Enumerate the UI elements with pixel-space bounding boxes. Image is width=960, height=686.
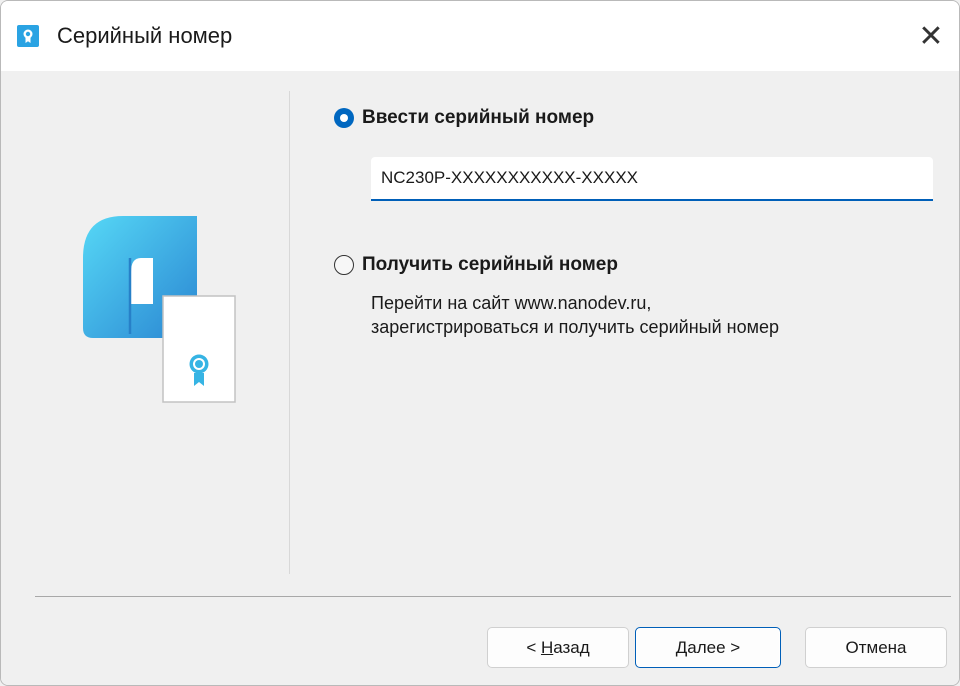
option-enter-serial[interactable]: Ввести серийный номер xyxy=(334,107,594,129)
close-button[interactable]: ✕ xyxy=(903,1,959,71)
cancel-button[interactable]: Отмена xyxy=(805,627,947,668)
horizontal-divider xyxy=(35,596,951,597)
serial-number-input[interactable] xyxy=(371,157,933,201)
product-logo xyxy=(81,216,241,406)
option-get-serial-label: Получить серийный номер xyxy=(362,254,618,275)
back-button[interactable]: < Назад xyxy=(487,627,629,668)
window-title: Серийный номер xyxy=(57,23,233,48)
title-bar: Серийный номер ✕ xyxy=(1,1,959,71)
option-enter-serial-label: Ввести серийный номер xyxy=(362,107,595,128)
radio-checked-icon[interactable] xyxy=(334,108,354,128)
option-get-serial[interactable]: Получить серийный номер xyxy=(334,254,618,276)
certificate-app-icon xyxy=(17,25,39,47)
radio-unchecked-icon[interactable] xyxy=(334,255,354,275)
get-serial-description: Перейти на сайт www.nanodev.ru, зарегист… xyxy=(371,291,779,339)
close-icon: ✕ xyxy=(918,19,944,53)
serial-number-dialog: Серийный номер ✕ Ввести серийный номер N… xyxy=(0,0,960,686)
description-line-1: Перейти на сайт www.nanodev.ru, xyxy=(371,293,652,313)
vertical-divider xyxy=(289,91,290,574)
dialog-content: Ввести серийный номер Получить серийный … xyxy=(1,71,959,685)
next-button[interactable]: Далее > xyxy=(635,627,781,668)
description-line-2: зарегистрироваться и получить серийный н… xyxy=(371,317,779,337)
